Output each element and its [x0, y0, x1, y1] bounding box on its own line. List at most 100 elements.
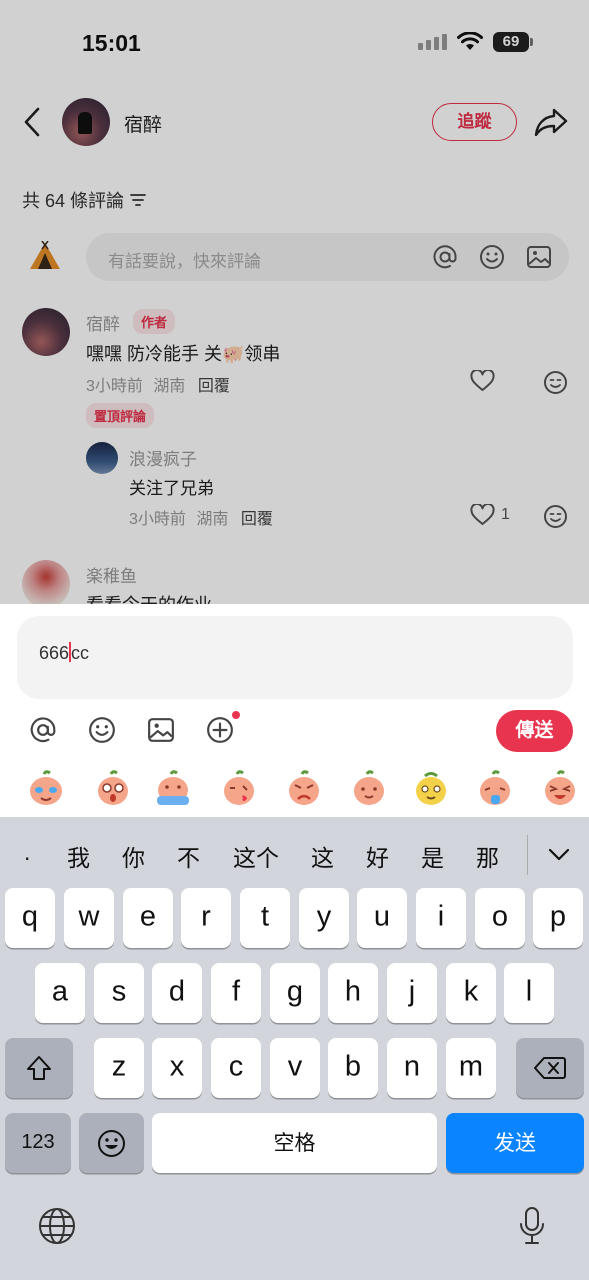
key-i[interactable]: i	[416, 888, 466, 948]
candidate-word[interactable]: 这	[311, 839, 334, 873]
kissing-sticker-icon[interactable]	[219, 768, 259, 808]
like-button[interactable]	[470, 370, 495, 392]
reply-time: 3小時前	[129, 511, 186, 528]
key-v[interactable]: v	[270, 1038, 320, 1098]
key-m[interactable]: m	[446, 1038, 496, 1098]
key-d[interactable]: d	[152, 963, 202, 1023]
candidate-word[interactable]: 你	[122, 839, 145, 873]
image-icon[interactable]	[526, 244, 552, 270]
key-p[interactable]: p	[533, 888, 583, 948]
key-k[interactable]: k	[446, 963, 496, 1023]
emoji-keyboard-key[interactable]	[79, 1113, 144, 1173]
candidate-word[interactable]: 不	[177, 839, 200, 873]
microphone-icon[interactable]	[518, 1206, 546, 1246]
commenter-avatar[interactable]	[22, 560, 70, 604]
key-t[interactable]: t	[240, 888, 290, 948]
candidate-word[interactable]: 好	[366, 839, 389, 873]
follow-button[interactable]: 追蹤	[432, 103, 517, 141]
numbers-key[interactable]: 123	[5, 1113, 71, 1173]
send-comment-button[interactable]: 傳送	[496, 710, 573, 752]
key-c[interactable]: c	[211, 1038, 261, 1098]
reply-like-button[interactable]: 1	[470, 504, 510, 526]
reaction-emoji-icon[interactable]	[543, 504, 568, 529]
backspace-key[interactable]	[516, 1038, 584, 1098]
candidate-word[interactable]: 那	[476, 839, 499, 873]
candidate-word[interactable]: .	[24, 839, 30, 866]
backspace-icon	[534, 1057, 566, 1079]
key-label: z	[111, 1050, 127, 1083]
candidate-word[interactable]: 是	[421, 839, 444, 873]
angry-sticker-icon[interactable]	[284, 768, 324, 808]
key-n[interactable]: n	[387, 1038, 437, 1098]
battery-tip	[530, 38, 533, 46]
key-q[interactable]: q	[5, 888, 55, 948]
space-key[interactable]: 空格	[152, 1113, 437, 1173]
comment-text[interactable]: 嘿嘿 防冷能手 关🐖领串	[86, 340, 280, 366]
add-plus-icon[interactable]	[206, 716, 234, 744]
key-w[interactable]: w	[64, 888, 114, 948]
key-o[interactable]: o	[475, 888, 525, 948]
key-h[interactable]: h	[328, 963, 378, 1023]
key-f[interactable]: f	[211, 963, 261, 1023]
key-label: d	[168, 975, 186, 1008]
image-icon[interactable]	[147, 716, 175, 744]
globe-icon[interactable]	[38, 1207, 76, 1245]
comments-count[interactable]: 共 64 條評論	[22, 187, 146, 213]
composer-text-field[interactable]: 666 cc	[17, 616, 573, 699]
commenter-avatar[interactable]	[22, 308, 70, 356]
reply-button[interactable]: 回覆	[198, 378, 230, 395]
key-j[interactable]: j	[387, 963, 437, 1023]
commenter-name[interactable]: 宿醉	[86, 310, 120, 335]
author-name[interactable]: 宿醉	[124, 110, 162, 137]
reply-location: 湖南	[196, 511, 229, 528]
author-avatar[interactable]	[62, 98, 110, 146]
replier-avatar[interactable]	[86, 442, 118, 474]
key-label: k	[463, 975, 479, 1008]
commenter-name[interactable]: 楽稚鱼	[86, 562, 137, 587]
keyboard-send-key[interactable]: 发送	[446, 1113, 584, 1173]
candidate-word[interactable]: 这个	[233, 839, 279, 873]
emoji-icon[interactable]	[479, 244, 505, 270]
key-s[interactable]: s	[94, 963, 144, 1023]
key-label: c	[228, 1050, 244, 1083]
reply-reply-button[interactable]: 回覆	[241, 511, 273, 528]
comment-text[interactable]: 看看今天的作业	[86, 591, 212, 604]
emoji-icon[interactable]	[88, 716, 116, 744]
key-y[interactable]: y	[299, 888, 349, 948]
crying-sticker-icon[interactable]	[26, 768, 66, 808]
comment-composer-sheet: 666 cc 傳送	[0, 604, 589, 818]
key-label: e	[139, 900, 157, 933]
key-z[interactable]: z	[94, 1038, 144, 1098]
mention-at-icon[interactable]	[432, 244, 458, 270]
notification-dot	[232, 711, 240, 719]
comment-input-row: 有話要說，快來評論	[0, 233, 589, 281]
comment-input-field[interactable]: 有話要說，快來評論	[86, 233, 569, 281]
key-r[interactable]: r	[181, 888, 231, 948]
sad-sticker-icon[interactable]	[475, 768, 515, 808]
shift-key[interactable]	[5, 1038, 73, 1098]
key-label: y	[316, 900, 332, 933]
yellow-sticker-icon[interactable]	[411, 768, 451, 808]
reply-text[interactable]: 关注了兄弟	[129, 474, 214, 499]
replier-name[interactable]: 浪漫疯子	[129, 445, 197, 470]
key-e[interactable]: e	[123, 888, 173, 948]
key-l[interactable]: l	[504, 963, 554, 1023]
chevron-down-icon[interactable]	[547, 847, 571, 863]
candidate-divider	[527, 835, 528, 875]
key-x[interactable]: x	[152, 1038, 202, 1098]
waving-sticker-icon[interactable]	[153, 768, 193, 808]
key-g[interactable]: g	[270, 963, 320, 1023]
key-b[interactable]: b	[328, 1038, 378, 1098]
mention-at-icon[interactable]	[29, 716, 57, 744]
key-label: l	[525, 975, 533, 1008]
surprised-sticker-icon[interactable]	[93, 768, 133, 808]
post-header: 宿醉 追蹤	[0, 96, 589, 148]
back-arrow-icon[interactable]	[20, 106, 44, 138]
key-a[interactable]: a	[35, 963, 85, 1023]
key-u[interactable]: u	[357, 888, 407, 948]
candidate-word[interactable]: 我	[67, 839, 90, 873]
share-icon[interactable]	[534, 108, 568, 136]
smiling-sticker-icon[interactable]	[349, 768, 389, 808]
reaction-emoji-icon[interactable]	[543, 370, 568, 395]
laughing-sticker-icon[interactable]	[540, 768, 580, 808]
